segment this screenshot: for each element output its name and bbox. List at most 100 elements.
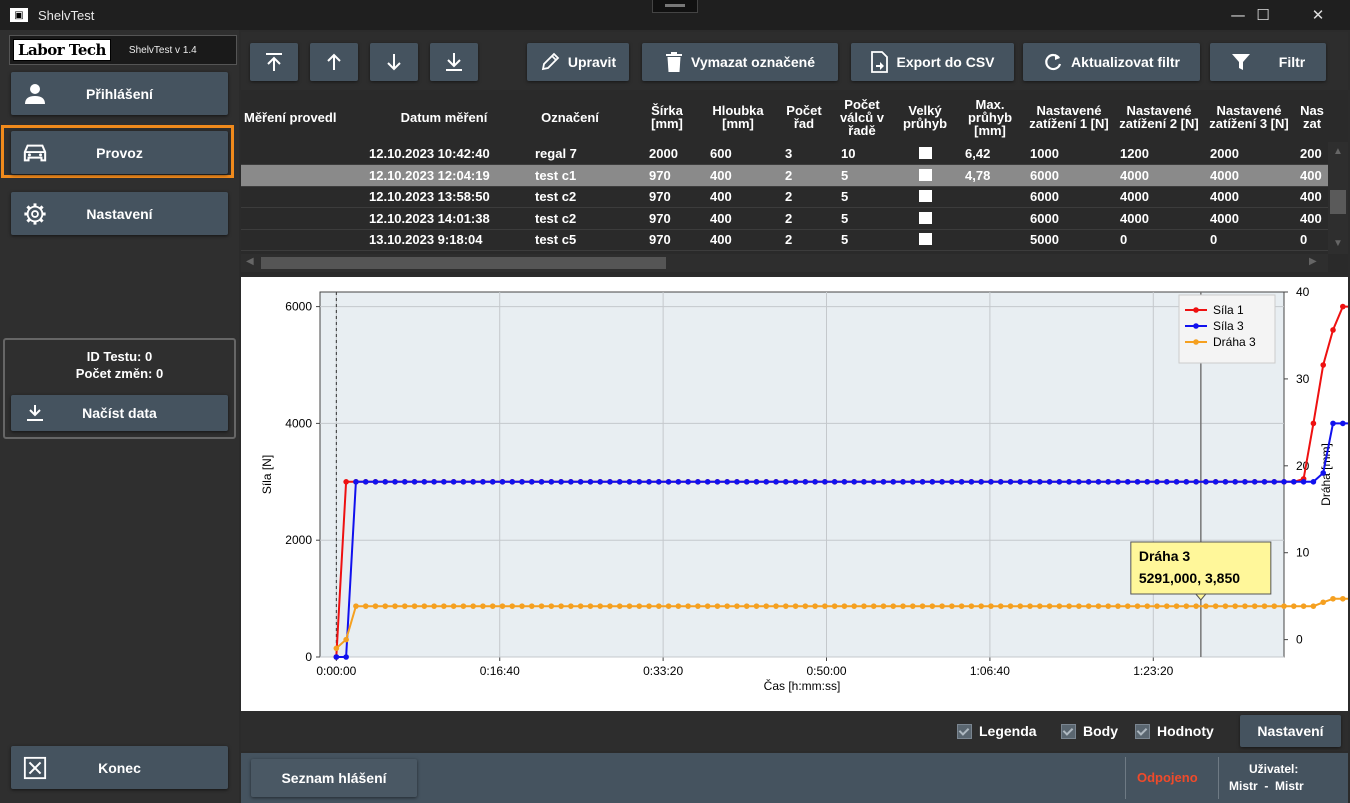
data-point[interactable] bbox=[890, 603, 897, 609]
data-point[interactable] bbox=[753, 479, 760, 485]
data-point[interactable] bbox=[890, 479, 897, 485]
data-point[interactable] bbox=[421, 603, 428, 609]
data-point[interactable] bbox=[665, 479, 672, 485]
data-point[interactable] bbox=[812, 479, 818, 485]
data-point[interactable] bbox=[499, 603, 506, 609]
data-point[interactable] bbox=[616, 603, 623, 609]
data-point[interactable] bbox=[607, 479, 613, 485]
data-point[interactable] bbox=[411, 603, 418, 609]
data-point[interactable] bbox=[392, 603, 398, 609]
data-point[interactable] bbox=[997, 479, 1004, 485]
data-point[interactable] bbox=[1164, 603, 1170, 609]
table-row[interactable]: 12.10.2023 12:04:19 test c1 970 400 2 5 4,78 60… bbox=[241, 164, 1328, 187]
data-point[interactable] bbox=[1281, 603, 1287, 609]
data-point[interactable] bbox=[1017, 479, 1024, 485]
data-point[interactable] bbox=[1095, 603, 1102, 609]
data-point[interactable] bbox=[1183, 479, 1190, 485]
data-point[interactable] bbox=[528, 479, 535, 485]
data-point[interactable] bbox=[450, 479, 457, 485]
data-point[interactable] bbox=[1222, 603, 1229, 609]
data-point[interactable] bbox=[1085, 479, 1092, 485]
data-point[interactable] bbox=[734, 479, 740, 485]
export-csv-button[interactable]: Export do CSV bbox=[851, 43, 1014, 81]
data-point[interactable] bbox=[695, 603, 701, 609]
data-point[interactable] bbox=[382, 479, 389, 485]
header-measured-by[interactable]: Měření provedl bbox=[244, 92, 362, 142]
next-record-button[interactable] bbox=[370, 43, 418, 81]
data-point[interactable] bbox=[870, 479, 877, 485]
data-point[interactable] bbox=[714, 479, 721, 485]
table-row[interactable]: 12.10.2023 14:01:38 test c2 970 400 2 5 6000 40… bbox=[241, 208, 1328, 230]
data-point[interactable] bbox=[685, 603, 691, 609]
maximize-button[interactable]: ☐ bbox=[1238, 0, 1288, 30]
header-load-4[interactable]: Nas zat bbox=[1297, 92, 1327, 142]
data-point[interactable] bbox=[724, 603, 730, 609]
data-point[interactable] bbox=[870, 603, 877, 609]
data-point[interactable] bbox=[665, 603, 672, 609]
data-point[interactable] bbox=[333, 645, 340, 652]
data-point[interactable] bbox=[1310, 420, 1317, 427]
data-point[interactable] bbox=[1037, 603, 1043, 609]
data-point[interactable] bbox=[939, 479, 945, 485]
data-point[interactable] bbox=[372, 479, 379, 485]
big-deflection-checkbox[interactable] bbox=[919, 168, 932, 181]
data-point[interactable] bbox=[1173, 603, 1180, 609]
data-point[interactable] bbox=[353, 603, 359, 609]
data-point[interactable] bbox=[1310, 603, 1317, 609]
data-point[interactable] bbox=[362, 479, 369, 485]
data-point[interactable] bbox=[978, 479, 984, 485]
data-point[interactable] bbox=[626, 479, 633, 485]
data-point[interactable] bbox=[655, 603, 662, 609]
data-point[interactable] bbox=[988, 479, 994, 485]
scroll-thumb[interactable] bbox=[1330, 190, 1346, 214]
header-date[interactable]: Datum měření bbox=[369, 92, 519, 142]
data-point[interactable] bbox=[587, 603, 594, 609]
data-point[interactable] bbox=[1203, 603, 1209, 609]
data-point[interactable] bbox=[851, 479, 857, 485]
data-point[interactable] bbox=[1340, 303, 1346, 310]
load-data-button[interactable]: Načíst data bbox=[11, 395, 228, 431]
data-point[interactable] bbox=[1330, 327, 1336, 333]
data-point[interactable] bbox=[802, 479, 809, 485]
header-load-2[interactable]: Nastavené zatížení 2 [N] bbox=[1117, 92, 1201, 142]
header-big-deflection[interactable]: Velký průhyb bbox=[896, 92, 954, 142]
scroll-up-arrow-icon[interactable]: ▲ bbox=[1333, 146, 1343, 157]
header-width[interactable]: Šírka [mm] bbox=[646, 92, 688, 142]
data-point[interactable] bbox=[1115, 603, 1121, 609]
data-point[interactable] bbox=[470, 479, 476, 485]
table-row[interactable]: 13.10.2023 9:18:04 test c5 970 400 2 5 5000 0 0 0 bbox=[241, 229, 1328, 251]
data-point[interactable] bbox=[773, 603, 779, 609]
data-point[interactable] bbox=[1124, 603, 1131, 609]
provoz-button[interactable]: Provoz bbox=[11, 131, 228, 174]
data-point[interactable] bbox=[353, 479, 359, 485]
data-point[interactable] bbox=[773, 479, 779, 485]
data-point[interactable] bbox=[1144, 479, 1151, 485]
data-point[interactable] bbox=[1251, 479, 1258, 485]
data-point[interactable] bbox=[1212, 603, 1219, 609]
data-point[interactable] bbox=[431, 479, 437, 485]
data-point[interactable] bbox=[1291, 479, 1297, 485]
data-point[interactable] bbox=[431, 603, 437, 609]
data-point[interactable] bbox=[1046, 479, 1053, 485]
data-point[interactable] bbox=[1154, 479, 1160, 485]
data-point[interactable] bbox=[480, 479, 486, 485]
refresh-filter-button[interactable]: Aktualizovat filtr bbox=[1023, 43, 1200, 81]
data-point[interactable] bbox=[949, 603, 955, 609]
data-point[interactable] bbox=[1261, 479, 1268, 485]
header-roll-count[interactable]: Počet válců v řadě bbox=[835, 92, 889, 142]
settings-button[interactable]: Nastavení bbox=[11, 192, 228, 235]
data-point[interactable] bbox=[685, 479, 691, 485]
reports-list-button[interactable]: Seznam hlášení bbox=[251, 759, 417, 797]
data-point[interactable] bbox=[919, 479, 926, 485]
data-point[interactable] bbox=[704, 603, 711, 609]
data-point[interactable] bbox=[1261, 603, 1268, 609]
data-point[interactable] bbox=[382, 603, 389, 609]
header-load-3[interactable]: Nastavené zatížení 3 [N] bbox=[1207, 92, 1291, 142]
data-point[interactable] bbox=[1027, 479, 1033, 485]
data-point[interactable] bbox=[841, 603, 848, 609]
data-point[interactable] bbox=[489, 603, 496, 609]
data-point[interactable] bbox=[1105, 479, 1111, 485]
data-point[interactable] bbox=[1134, 603, 1141, 609]
data-point[interactable] bbox=[1007, 603, 1014, 609]
data-point[interactable] bbox=[489, 479, 496, 485]
